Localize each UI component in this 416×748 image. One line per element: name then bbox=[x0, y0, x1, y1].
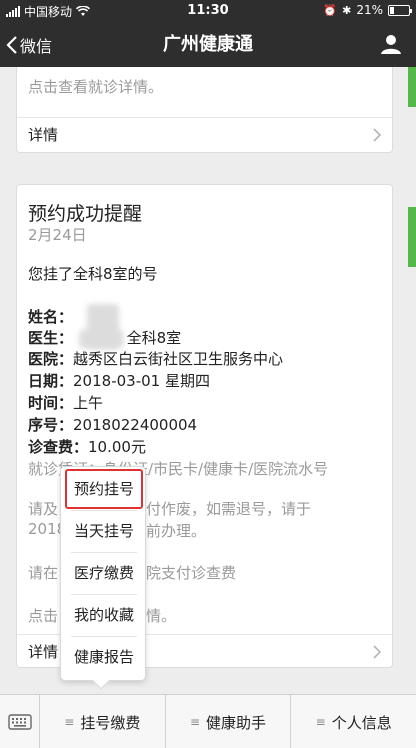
serial-value: 2018022400004 bbox=[73, 416, 198, 434]
tab-label: 挂号缴费 bbox=[80, 713, 141, 732]
tab-registration-payment[interactable]: ≡ 挂号缴费 bbox=[40, 695, 166, 748]
chevron-right-icon bbox=[373, 645, 382, 659]
tab-personal-info[interactable]: ≡ 个人信息 bbox=[291, 695, 416, 748]
menu-lines-icon: ≡ bbox=[64, 715, 75, 729]
time-value: 上午 bbox=[73, 394, 104, 412]
time-row: 时间：上午 bbox=[28, 392, 103, 413]
chevron-right-icon bbox=[373, 128, 382, 142]
detail-label: 详情 bbox=[28, 126, 59, 144]
hint-a: 点击 bbox=[28, 607, 59, 625]
date-value: 2018-03-01 星期四 bbox=[73, 372, 210, 390]
hospital-value: 越秀区白云街社区卫生服务中心 bbox=[73, 350, 284, 368]
doctor-value: 全科8室 bbox=[126, 329, 182, 347]
note-line-2b: 前办理。 bbox=[146, 522, 207, 540]
side-strip bbox=[408, 207, 416, 267]
menu-item-same-day[interactable]: 当天挂号 bbox=[65, 510, 143, 551]
note-line-1b: 付作废，如需退号，请于 bbox=[146, 500, 312, 518]
battery-fill bbox=[390, 6, 394, 14]
page-title: 广州健康通 bbox=[163, 34, 253, 55]
alarm-icon: ⏰ bbox=[323, 3, 338, 17]
status-right: ⏰ ✱ 21% bbox=[323, 3, 412, 17]
bluetooth-icon: ✱ bbox=[342, 3, 352, 17]
hospital-label: 医院： bbox=[28, 350, 74, 368]
menu-lines-icon: ≡ bbox=[189, 715, 201, 729]
tab-label: 健康助手 bbox=[206, 713, 267, 732]
menu-lines-icon: ≡ bbox=[315, 715, 326, 729]
fee-label: 诊查费： bbox=[28, 438, 89, 456]
name-row: 姓名： bbox=[28, 306, 73, 327]
keyboard-icon bbox=[7, 714, 32, 730]
serial-label: 序号： bbox=[28, 416, 74, 434]
detail-label: 详情 bbox=[28, 643, 59, 661]
user-profile-icon[interactable] bbox=[380, 33, 402, 59]
menu-item-health-report[interactable]: 健康报告 bbox=[65, 636, 143, 677]
fee-row: 诊查费：10.00元 bbox=[28, 436, 146, 457]
menu-item-appointment[interactable]: 预约挂号 bbox=[65, 469, 143, 509]
fee-value: 10.00元 bbox=[88, 438, 146, 456]
note-line-3a: 请在 bbox=[28, 564, 59, 582]
intro-text: 您挂了全科8室的号 bbox=[28, 265, 158, 283]
doctor-label: 医生： bbox=[28, 329, 74, 347]
nav-bar: 微信 广州健康通 bbox=[0, 22, 416, 67]
time-label: 时间： bbox=[28, 394, 74, 412]
service-popup-menu: 预约挂号 当天挂号 医疗缴费 我的收藏 健康报告 bbox=[60, 466, 146, 690]
note-line-1a: 请及 bbox=[28, 500, 59, 518]
side-strip bbox=[408, 67, 416, 107]
date-row: 日期：2018-03-01 星期四 bbox=[28, 370, 210, 391]
serial-row: 序号：2018022400004 bbox=[28, 414, 197, 435]
tab-label: 个人信息 bbox=[331, 713, 392, 732]
detail-link[interactable]: 详情 bbox=[17, 117, 392, 151]
card-date: 2月24日 bbox=[28, 226, 87, 244]
bottom-menu-bar: ≡ 挂号缴费 ≡ 健康助手 ≡ 个人信息 bbox=[0, 694, 416, 748]
keyboard-toggle-button[interactable] bbox=[0, 695, 40, 748]
card-title: 预约成功提醒 bbox=[28, 203, 143, 225]
tab-health-assistant[interactable]: ≡ 健康助手 bbox=[166, 695, 292, 748]
detail-hint: 点击查看就诊详情。 bbox=[28, 78, 164, 96]
note-line-3b: 院支付诊查费 bbox=[146, 564, 237, 582]
name-label: 姓名： bbox=[28, 308, 74, 326]
hospital-row: 医院：越秀区白云街社区卫生服务中心 bbox=[28, 348, 283, 369]
hint-b: 情。 bbox=[146, 607, 177, 625]
previous-message-card[interactable]: 点击查看就诊详情。 详情 bbox=[16, 67, 393, 153]
redacted-doctor bbox=[79, 330, 123, 348]
status-bar: 中国移动 11:30 ⏰ ✱ 21% bbox=[0, 0, 416, 22]
battery-icon bbox=[388, 4, 412, 16]
date-label: 日期： bbox=[28, 372, 74, 390]
menu-item-payment[interactable]: 医疗缴费 bbox=[65, 552, 143, 593]
menu-item-favorites[interactable]: 我的收藏 bbox=[65, 594, 143, 635]
battery-percent: 21% bbox=[356, 3, 383, 17]
